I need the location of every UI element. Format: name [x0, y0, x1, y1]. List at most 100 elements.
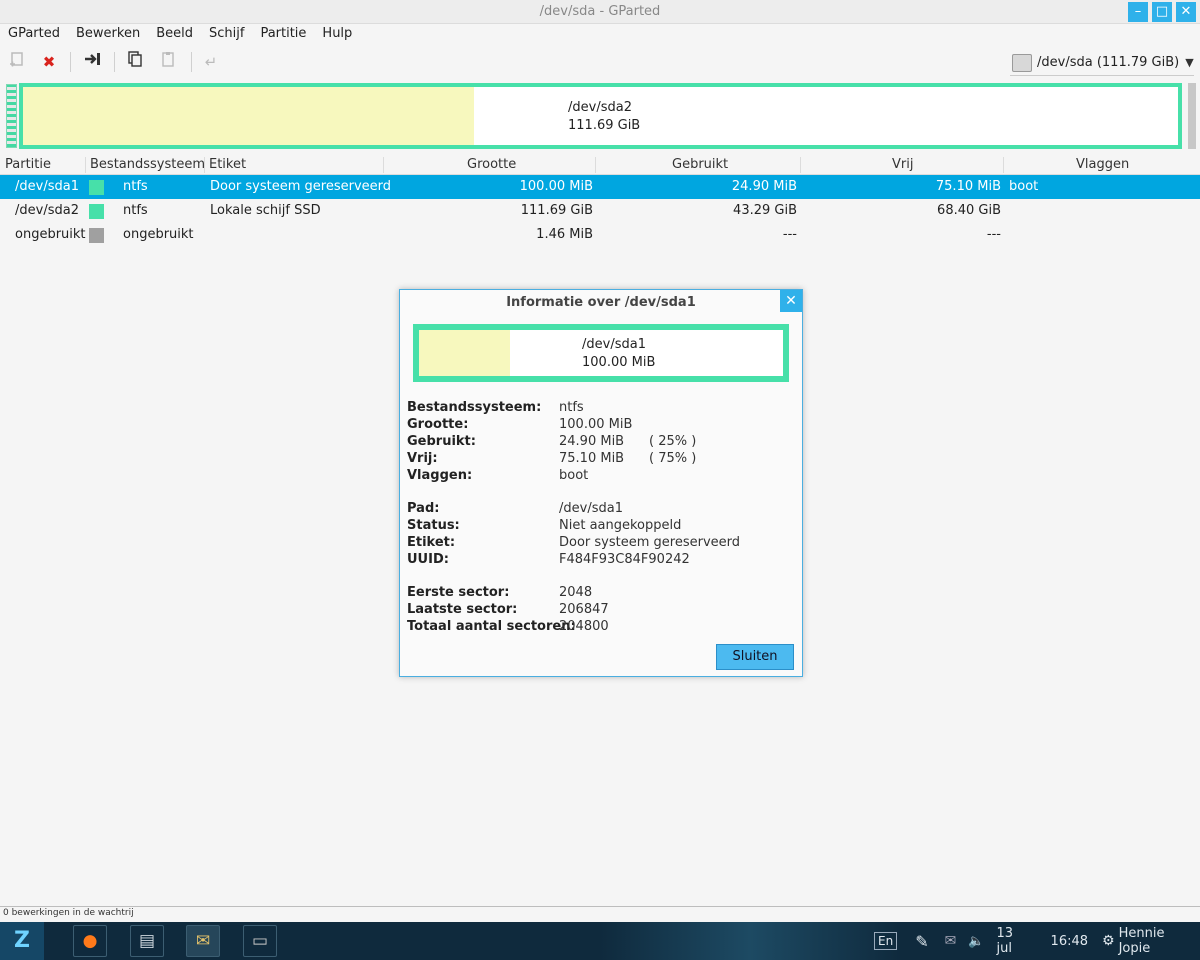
harddisk-icon: [1012, 53, 1032, 72]
info-value-filesystem: ntfs: [559, 400, 584, 415]
fs-color-swatch: [89, 204, 104, 219]
toolbar: ✖ ↵ /dev/sda (111.79 GiB) ▼: [0, 47, 1200, 77]
partition-table: Partitie Bestandssysteem Etiket Grootte …: [0, 155, 1200, 247]
system-tray: En ✎ ✉ 🔈 13 jul 16:48 ⚙ Hennie Jopie: [874, 922, 1200, 960]
cell-free: ---: [986, 227, 1001, 242]
taskbar: Z ● ▤ ✉ ▭ En ✎ ✉ 🔈 13 jul 16:48 ⚙ Hennie…: [0, 922, 1200, 960]
mail-notify-icon[interactable]: ✉: [945, 933, 957, 949]
gear-icon[interactable]: ⚙: [1102, 933, 1115, 949]
column-bestandssysteem[interactable]: Bestandssysteem: [90, 157, 205, 172]
table-row[interactable]: /dev/sda2 ntfs Lokale schijf SSD 111.69 …: [0, 199, 1200, 223]
window-controls: – □ ✕: [1128, 2, 1196, 22]
info-value-status: Niet aangekoppeld: [559, 518, 682, 533]
table-row[interactable]: /dev/sda1 ntfs Door systeem gereserveerd…: [0, 175, 1200, 199]
cell-filesystem: ntfs: [123, 203, 148, 218]
info-value-free: 75.10 MiB: [559, 451, 625, 466]
undo-icon[interactable]: ↵: [200, 51, 222, 73]
delete-icon[interactable]: ✖: [38, 51, 60, 73]
info-percent-used: ( 25% ): [649, 434, 697, 449]
column-etiket[interactable]: Etiket: [209, 157, 246, 172]
cell-filesystem: ntfs: [123, 179, 148, 194]
firefox-icon[interactable]: ●: [73, 925, 107, 957]
dialog-map-used-area: [419, 330, 510, 376]
menu-gparted[interactable]: GParted: [0, 24, 68, 46]
clock-time[interactable]: 16:48: [1051, 934, 1088, 949]
menu-hulp[interactable]: Hulp: [314, 24, 360, 46]
clock-date[interactable]: 13 jul: [997, 926, 1033, 956]
disk-map: /dev/sda2 111.69 GiB: [4, 83, 1196, 150]
info-key-path: Pad:: [407, 501, 440, 516]
toolbar-separator: [70, 52, 71, 72]
info-key-flags: Vlaggen:: [407, 468, 473, 483]
cell-size: 1.46 MiB: [536, 227, 593, 242]
cell-label: Lokale schijf SSD: [210, 203, 321, 218]
status-bar: 0 bewerkingen in de wachtrij: [0, 906, 1200, 920]
info-value-uuid: F484F93C84F90242: [559, 552, 690, 567]
info-value-first-sector: 2048: [559, 585, 593, 600]
disk-map-unallocated[interactable]: [6, 84, 17, 148]
mail-icon[interactable]: ✉: [186, 925, 220, 957]
minimize-icon[interactable]: –: [1128, 2, 1148, 22]
disk-map-label: /dev/sda2 111.69 GiB: [568, 99, 640, 135]
cell-used: ---: [782, 227, 797, 242]
paste-icon[interactable]: [157, 51, 179, 73]
info-key-uuid: UUID:: [407, 552, 449, 567]
start-menu-icon[interactable]: Z: [0, 922, 44, 960]
new-partition-icon[interactable]: [6, 51, 28, 73]
copy-icon[interactable]: [124, 51, 146, 73]
column-separator: [1003, 157, 1004, 173]
menu-schijf[interactable]: Schijf: [201, 24, 252, 46]
column-partitie[interactable]: Partitie: [5, 157, 51, 172]
keyboard-layout[interactable]: En: [874, 932, 898, 950]
table-row[interactable]: ongebruikt ongebruikt 1.46 MiB --- ---: [0, 223, 1200, 247]
cell-used: 43.29 GiB: [733, 203, 797, 218]
maximize-icon[interactable]: □: [1152, 2, 1172, 22]
device-label: /dev/sda (111.79 GiB): [1037, 55, 1180, 70]
info-key-filesystem: Bestandssysteem:: [407, 400, 542, 415]
cell-free: 68.40 GiB: [937, 203, 1001, 218]
cell-filesystem: ongebruikt: [123, 227, 194, 242]
column-grootte[interactable]: Grootte: [467, 157, 516, 172]
pen-icon[interactable]: ✎: [915, 932, 928, 951]
info-value-used: 24.90 MiB: [559, 434, 625, 449]
column-vrij[interactable]: Vrij: [892, 157, 913, 172]
close-button[interactable]: Sluiten: [716, 644, 794, 670]
disk-map-scrollbar[interactable]: [1188, 83, 1196, 149]
column-separator: [800, 157, 801, 173]
info-value-flags: boot: [559, 468, 589, 483]
fs-color-swatch: [89, 180, 104, 195]
device-selector[interactable]: /dev/sda (111.79 GiB) ▼: [1010, 50, 1194, 76]
menu-beeld[interactable]: Beeld: [148, 24, 201, 46]
cell-partition: ongebruikt: [15, 227, 86, 242]
file-manager-icon[interactable]: ▤: [130, 925, 164, 957]
menu-partitie[interactable]: Partitie: [252, 24, 314, 46]
title-bar: /dev/sda - GParted – □ ✕: [0, 0, 1200, 24]
cell-partition: /dev/sda2: [15, 203, 79, 218]
resize-move-icon[interactable]: [82, 51, 104, 73]
info-key-free: Vrij:: [407, 451, 438, 466]
status-text: 0 bewerkingen in de wachtrij: [3, 908, 134, 918]
info-value-last-sector: 206847: [559, 602, 609, 617]
partition-info-dialog: Informatie over /dev/sda1 ✕ /dev/sda1 10…: [399, 289, 803, 677]
menu-bewerken[interactable]: Bewerken: [68, 24, 148, 46]
toolbar-separator: [191, 52, 192, 72]
close-icon[interactable]: ✕: [1176, 2, 1196, 22]
volume-icon[interactable]: 🔈: [968, 934, 984, 949]
toolbar-separator: [114, 52, 115, 72]
cell-free: 75.10 MiB: [935, 179, 1001, 194]
disk-utility-icon[interactable]: ▭: [243, 925, 277, 957]
chevron-down-icon: ▼: [1185, 56, 1194, 69]
info-key-size: Grootte:: [407, 417, 469, 432]
fs-color-swatch: [89, 228, 104, 243]
user-name[interactable]: Hennie Jopie: [1119, 926, 1200, 956]
disk-map-partition-sda2[interactable]: /dev/sda2 111.69 GiB: [19, 83, 1182, 149]
column-gebruikt[interactable]: Gebruikt: [672, 157, 728, 172]
cell-label: Door systeem gereserveerd: [210, 179, 392, 194]
close-icon[interactable]: ✕: [780, 290, 802, 312]
info-value-path: /dev/sda1: [559, 501, 623, 516]
cell-size: 111.69 GiB: [520, 203, 593, 218]
info-key-last-sector: Laatste sector:: [407, 602, 518, 617]
dialog-map-label: /dev/sda1 100.00 MiB: [582, 336, 655, 372]
column-vlaggen[interactable]: Vlaggen: [1076, 157, 1129, 172]
cell-flags: boot: [1009, 179, 1039, 194]
